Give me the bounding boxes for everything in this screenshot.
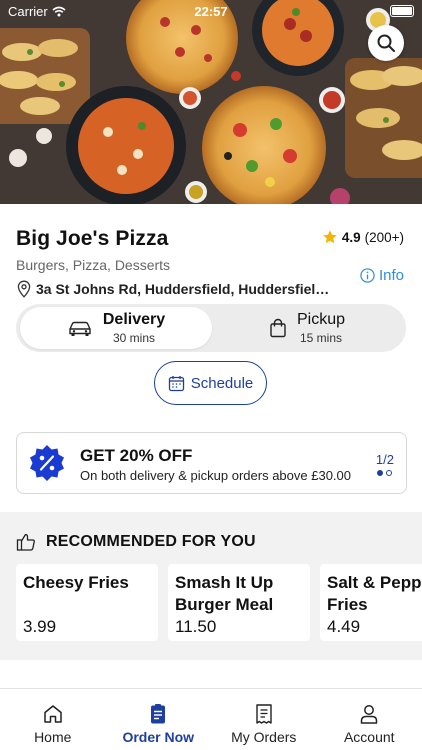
tab-label: Order Now bbox=[122, 729, 195, 745]
item-name: Salt & Pepper Fries bbox=[327, 573, 422, 614]
battery-icon bbox=[390, 5, 414, 17]
restaurant-page: Carrier 22:57 Big Joe's Pizza 4.9 (200+) bbox=[0, 0, 422, 750]
carrier-indicator: Carrier bbox=[8, 4, 66, 19]
star-icon bbox=[323, 230, 337, 244]
user-icon bbox=[361, 705, 378, 724]
order-mode-toggle: Delivery 30 mins Pickup 15 mins bbox=[16, 304, 406, 352]
pickup-option[interactable]: Pickup 15 mins bbox=[212, 307, 402, 349]
info-link[interactable]: Info bbox=[360, 267, 404, 284]
delivery-label: Delivery bbox=[102, 311, 166, 329]
page-dot-active bbox=[377, 470, 384, 476]
address: 3a St Johns Rd, Huddersfield, Huddersfie… bbox=[16, 280, 336, 298]
search-button[interactable] bbox=[368, 25, 404, 61]
item-price: 11.50 bbox=[175, 617, 217, 636]
offer-banner[interactable]: GET 20% OFF On both delivery & pickup or… bbox=[16, 432, 407, 494]
car-icon bbox=[69, 321, 91, 336]
item-price: 3.99 bbox=[23, 617, 57, 636]
rating-score: 4.9 bbox=[341, 229, 361, 245]
cuisine-list: Burgers, Pizza, Desserts bbox=[16, 257, 171, 273]
tab-home[interactable]: Home bbox=[0, 689, 106, 750]
pickup-label: Pickup bbox=[296, 311, 346, 329]
offer-description: On both delivery & pickup orders above £… bbox=[80, 468, 352, 483]
receipt-icon bbox=[256, 704, 272, 724]
status-bar: Carrier 22:57 bbox=[0, 0, 422, 22]
schedule-button[interactable]: Schedule bbox=[154, 361, 267, 405]
home-icon bbox=[44, 705, 62, 723]
discount-badge-icon bbox=[30, 445, 64, 481]
delivery-time: 30 mins bbox=[112, 330, 155, 345]
status-time: 22:57 bbox=[194, 3, 228, 19]
tab-label: Account bbox=[343, 729, 395, 745]
tab-account[interactable]: Account bbox=[317, 689, 422, 750]
pickup-time: 15 mins bbox=[299, 330, 343, 345]
delivery-option[interactable]: Delivery 30 mins bbox=[20, 307, 212, 349]
shopping-bag-icon bbox=[270, 318, 286, 338]
recommended-carousel[interactable]: Cheesy Fries 3.99 Smash It Up Burger Mea… bbox=[16, 564, 422, 641]
address-text: 3a St Johns Rd, Huddersfield, Huddersfie… bbox=[36, 281, 336, 297]
recommended-item-card[interactable]: Cheesy Fries 3.99 bbox=[16, 564, 158, 641]
rating: 4.9 (200+) bbox=[322, 229, 404, 245]
order-icon bbox=[151, 704, 166, 724]
tab-label: My Orders bbox=[231, 729, 297, 745]
item-name: Smash It Up Burger Meal bbox=[175, 573, 274, 614]
recommended-item-card[interactable]: Salt & Pepper Fries 4.49 bbox=[320, 564, 422, 641]
item-price: 4.49 bbox=[327, 617, 361, 636]
page-dot-inactive bbox=[386, 470, 393, 476]
tab-label: Home bbox=[34, 729, 72, 745]
item-name: Cheesy Fries bbox=[23, 573, 129, 592]
search-icon bbox=[377, 34, 395, 52]
hero-image: Carrier 22:57 bbox=[0, 0, 422, 204]
calendar-icon bbox=[168, 375, 184, 391]
rating-count: (200+) bbox=[364, 229, 404, 245]
tab-my-orders[interactable]: My Orders bbox=[211, 689, 317, 750]
recommended-item-card[interactable]: Smash It Up Burger Meal 11.50 bbox=[168, 564, 310, 641]
location-pin-icon bbox=[17, 280, 31, 298]
recommended-section: RECOMMENDED FOR YOU Cheesy Fries 3.99 Sm… bbox=[0, 512, 422, 660]
offer-pager: 1/2 bbox=[376, 452, 394, 476]
tab-order-now[interactable]: Order Now bbox=[106, 689, 212, 750]
bottom-tab-bar: Home Order Now My Orders Account bbox=[0, 688, 422, 750]
schedule-label: Schedule bbox=[190, 374, 254, 392]
offer-page-indicator: 1/2 bbox=[375, 452, 394, 467]
thumbs-up-icon bbox=[16, 533, 35, 551]
recommended-heading: RECOMMENDED FOR YOU bbox=[16, 532, 256, 552]
restaurant-name: Big Joe's Pizza bbox=[16, 227, 169, 250]
info-label: Info bbox=[379, 267, 405, 284]
wifi-icon bbox=[52, 6, 66, 16]
offer-page-dots bbox=[376, 470, 394, 476]
food-collage-illustration bbox=[0, 0, 422, 204]
info-icon bbox=[360, 268, 375, 283]
offer-headline: GET 20% OFF bbox=[80, 446, 193, 465]
carrier-label: Carrier bbox=[8, 3, 48, 19]
recommended-title: RECOMMENDED FOR YOU bbox=[46, 533, 256, 550]
